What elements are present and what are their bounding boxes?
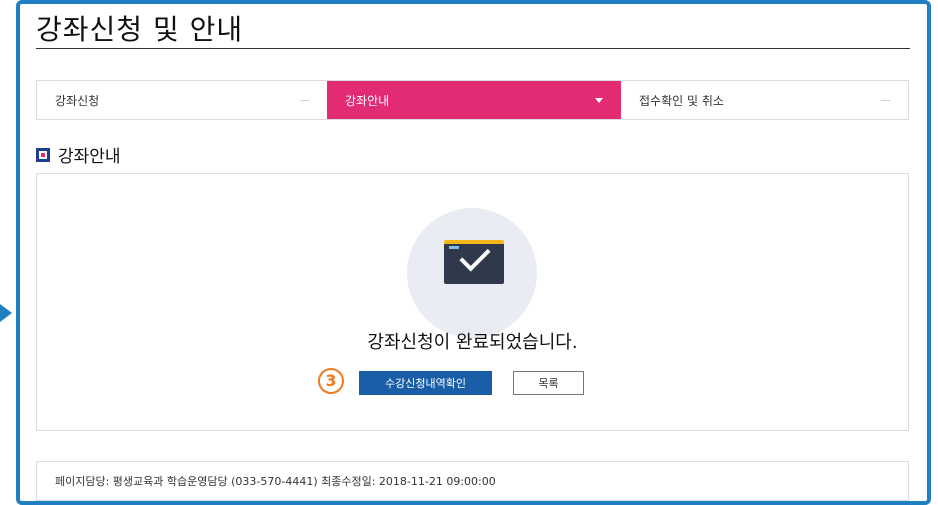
tab-label: 강좌신청 [55, 93, 100, 108]
section-header: 강좌안내 [36, 142, 121, 167]
tab-confirm-cancel[interactable]: 접수확인 및 취소 [621, 81, 908, 119]
tab-course-application[interactable]: 강좌신청 [37, 81, 327, 119]
minus-icon [881, 100, 890, 101]
completion-message: 강좌신청이 완료되었습니다. [367, 332, 578, 353]
tab-bar: 강좌신청 강좌안내 접수확인 및 취소 [36, 80, 909, 120]
step-number-badge: 3 [318, 368, 344, 394]
title-divider [36, 48, 910, 49]
completion-panel: 강좌신청이 완료되었습니다. 3 수강신청내역확인 목록 [36, 173, 909, 431]
list-button[interactable]: 목록 [513, 371, 584, 395]
tab-label: 접수확인 및 취소 [639, 93, 724, 108]
footer-text: 페이지담당: 평생교육과 학습운영담당 (033-570-4441) 최종수정일… [55, 475, 496, 488]
check-window-icon [444, 240, 504, 284]
square-bullet-icon [36, 147, 50, 162]
icon-circle [407, 208, 537, 338]
window-dots-icon [449, 246, 459, 249]
left-arrow-indicator [0, 304, 12, 322]
view-enrollment-button[interactable]: 수강신청내역확인 [359, 371, 492, 395]
tab-course-guide[interactable]: 강좌안내 [327, 81, 621, 119]
caret-down-icon [595, 98, 603, 103]
tab-label: 강좌안내 [345, 93, 390, 108]
checkmark-icon [459, 240, 491, 272]
page-title: 강좌신청 및 안내 [36, 13, 244, 46]
minus-icon [300, 100, 309, 101]
section-title: 강좌안내 [58, 147, 121, 167]
page-info-footer: 페이지담당: 평생교육과 학습운영담당 (033-570-4441) 최종수정일… [36, 461, 909, 501]
